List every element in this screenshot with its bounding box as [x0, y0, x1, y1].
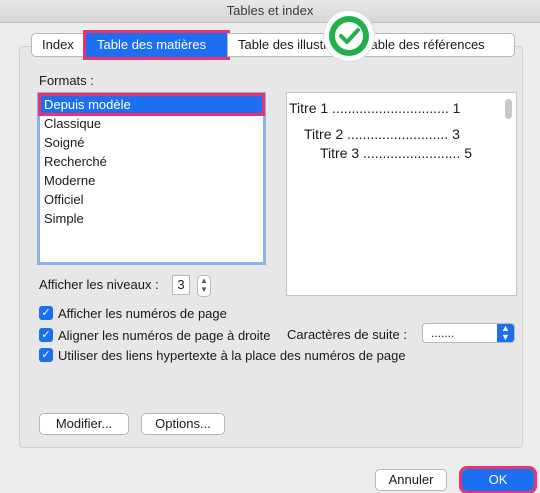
check-circle-icon — [324, 11, 374, 61]
checkbox-checked-icon[interactable]: ✓ — [39, 306, 53, 320]
list-item[interactable]: Moderne — [40, 171, 263, 190]
list-item[interactable]: Simple — [40, 209, 263, 228]
modify-button[interactable]: Modifier... — [39, 413, 129, 435]
preview-page: 3 — [452, 126, 460, 142]
preview-scrollbar[interactable] — [505, 99, 512, 119]
chevron-updown-icon: ▲ ▼ — [497, 324, 514, 342]
list-item[interactable]: Depuis modèle — [38, 93, 265, 116]
window-title: Tables et index — [0, 0, 540, 23]
checkbox-checked-icon[interactable]: ✓ — [39, 328, 53, 342]
levels-label: Afficher les niveaux : — [39, 277, 159, 292]
tab-table-des-references[interactable]: Table des références — [353, 33, 515, 57]
options-button[interactable]: Options... — [141, 413, 225, 435]
preview-heading: Titre 3 — [320, 145, 360, 161]
leader-select[interactable]: ....... ▲ ▼ — [422, 323, 515, 343]
tab-index[interactable]: Index — [31, 33, 86, 57]
levels-input[interactable]: 3 — [172, 275, 190, 295]
formats-label: Formats : — [39, 73, 94, 88]
preview-page: 5 — [464, 145, 472, 161]
list-item[interactable]: Soigné — [40, 133, 263, 152]
preview-page: 1 — [452, 100, 461, 116]
leader-value: ....... — [431, 326, 455, 340]
preview-dots: .......................... — [347, 126, 449, 142]
preview-heading: Titre 1 — [289, 100, 329, 116]
formats-listbox[interactable]: Depuis modèle Classique Soigné Recherché… — [37, 92, 266, 265]
checkbox-checked-icon[interactable]: ✓ — [39, 348, 53, 362]
preview-dots: .............................. — [332, 100, 449, 116]
list-item[interactable]: Officiel — [40, 190, 263, 209]
preview-heading: Titre 2 — [304, 126, 344, 142]
align-page-numbers-row[interactable]: ✓ Aligner les numéros de page à droite — [39, 327, 270, 343]
tab-table-des-matieres[interactable]: Table des matières — [83, 30, 230, 60]
preview-line-3: Titre 3 ......................... 5 — [320, 145, 472, 161]
show-page-numbers-label: Afficher les numéros de page — [58, 305, 227, 321]
ok-button[interactable]: OK — [459, 466, 537, 493]
tab-bar: Index Table des matières Table des illus… — [31, 30, 515, 60]
preview-dots: ......................... — [363, 145, 461, 161]
preview-line-1: Titre 1 .............................. 1 — [289, 100, 460, 116]
show-page-numbers-row[interactable]: ✓ Afficher les numéros de page — [39, 305, 227, 321]
use-hyperlinks-row[interactable]: ✓ Utiliser des liens hypertexte à la pla… — [39, 347, 406, 363]
align-page-numbers-label: Aligner les numéros de page à droite — [58, 327, 271, 343]
list-item[interactable]: Classique — [40, 114, 263, 133]
use-hyperlinks-label: Utiliser des liens hypertexte à la place… — [58, 347, 406, 363]
list-item[interactable]: Recherché — [40, 152, 263, 171]
cancel-button[interactable]: Annuler — [375, 469, 447, 491]
preview-line-2: Titre 2 .......................... 3 — [304, 126, 460, 142]
leader-label: Caractères de suite : — [287, 327, 407, 342]
stepper-icon[interactable]: ▲ ▼ — [197, 275, 211, 297]
toc-preview: Titre 1 .............................. 1… — [286, 92, 517, 296]
